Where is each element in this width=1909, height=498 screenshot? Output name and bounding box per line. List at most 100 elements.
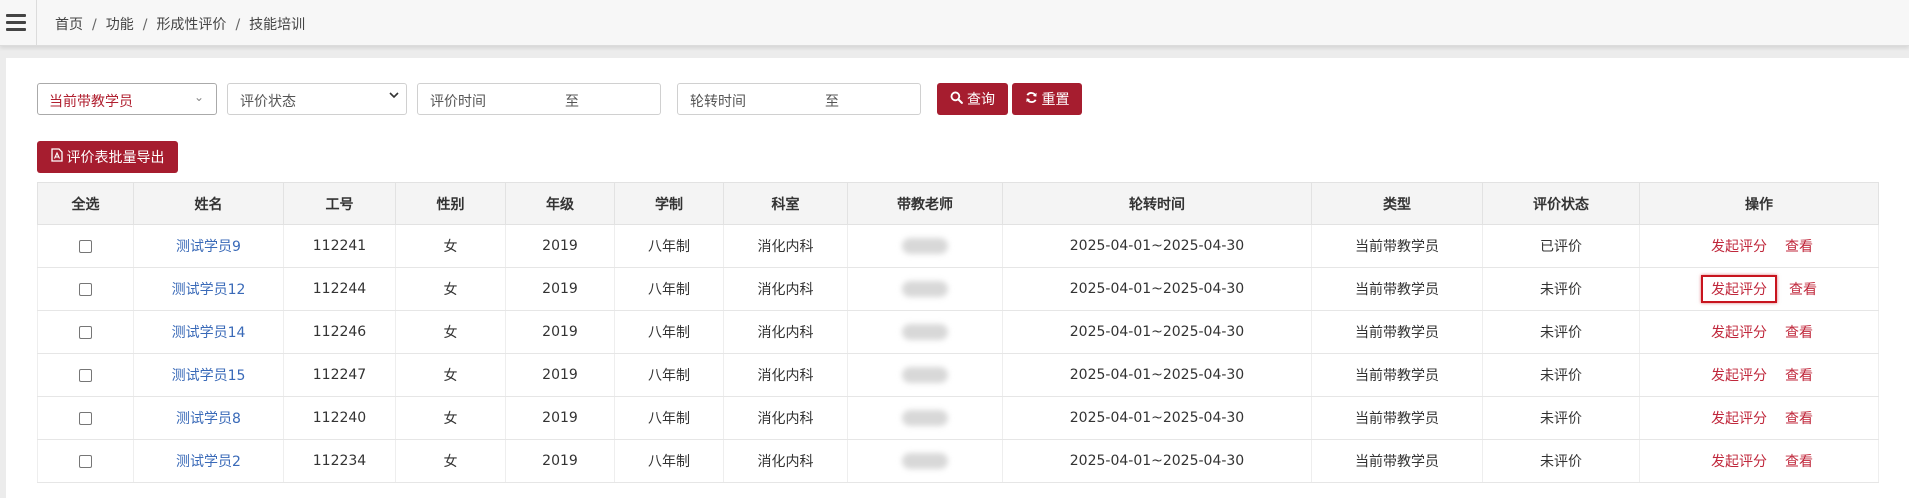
student-type: 当前带教学员 [1311, 439, 1483, 483]
teacher-name-redacted [902, 324, 948, 340]
student-id: 112247 [283, 353, 396, 397]
query-button[interactable]: 查询 [937, 83, 1008, 115]
header-grade: 年级 [505, 182, 615, 225]
row-checkbox[interactable] [79, 411, 92, 425]
rotation-period: 2025-04-01~2025-04-30 [1002, 353, 1312, 397]
student-system: 八年制 [614, 224, 724, 268]
batch-export-button-label: 评价表批量导出 [66, 150, 165, 166]
student-name-link[interactable]: 测试学员15 [172, 368, 246, 384]
rotation-period: 2025-04-01~2025-04-30 [1002, 439, 1312, 483]
mentor-type-value: 当前带教学员 [49, 94, 133, 110]
view-link[interactable]: 查看 [1789, 282, 1817, 298]
student-id: 112246 [283, 310, 396, 354]
range-separator: 至 [565, 94, 579, 110]
breadcrumb-separator: / [92, 17, 97, 33]
breadcrumb-skill-training: 技能培训 [249, 17, 306, 33]
view-link[interactable]: 查看 [1785, 239, 1813, 255]
evaluation-time-start-input[interactable]: 评价时间 [430, 91, 486, 111]
student-name-link[interactable]: 测试学员8 [176, 411, 241, 427]
start-evaluation-link[interactable]: 发起评分 [1705, 362, 1773, 388]
row-checkbox[interactable] [79, 325, 92, 339]
start-evaluation-link[interactable]: 发起评分 [1705, 233, 1773, 259]
student-system: 八年制 [614, 353, 724, 397]
student-name-link[interactable]: 测试学员14 [172, 325, 246, 341]
student-system: 八年制 [614, 439, 724, 483]
pdf-icon [50, 148, 63, 166]
evaluation-status-select[interactable]: 评价状态 [227, 83, 407, 115]
student-gender: 女 [395, 396, 506, 440]
start-evaluation-link[interactable]: 发起评分 [1705, 448, 1773, 474]
student-type: 当前带教学员 [1311, 310, 1483, 354]
student-name-link[interactable]: 测试学员9 [176, 239, 241, 255]
student-id: 112241 [283, 224, 396, 268]
table-row: 测试学员8 112240 女 2019 八年制 消化内科 2025-04-01~… [37, 396, 1879, 440]
evaluation-time-range[interactable]: 评价时间 至 [417, 83, 661, 115]
student-gender: 女 [395, 267, 506, 311]
mentor-type-select[interactable]: 当前带教学员 ⌄ [37, 83, 217, 115]
student-gender: 女 [395, 353, 506, 397]
evaluation-status: 未评价 [1482, 267, 1640, 311]
table-row: 测试学员14 112246 女 2019 八年制 消化内科 2025-04-01… [37, 310, 1879, 354]
student-system: 八年制 [614, 267, 724, 311]
breadcrumb-formative-evaluation[interactable]: 形成性评价 [156, 17, 226, 33]
rotation-period: 2025-04-01~2025-04-30 [1002, 396, 1312, 440]
chevron-down-icon [388, 89, 400, 105]
table-row: 测试学员12 112244 女 2019 八年制 消化内科 2025-04-01… [37, 267, 1879, 311]
rotation-time-start-input[interactable]: 轮转时间 [690, 91, 746, 111]
student-system: 八年制 [614, 396, 724, 440]
student-type: 当前带教学员 [1311, 267, 1483, 311]
row-checkbox[interactable] [79, 368, 92, 382]
reset-button[interactable]: 重置 [1012, 83, 1082, 115]
student-department: 消化内科 [723, 224, 848, 268]
table-row: 测试学员2 112234 女 2019 八年制 消化内科 2025-04-01~… [37, 439, 1879, 483]
top-bar: 首页 / 功能 / 形成性评价 / 技能培训 [0, 0, 1909, 46]
start-evaluation-link[interactable]: 发起评分 [1701, 275, 1777, 303]
view-link[interactable]: 查看 [1785, 325, 1813, 341]
teacher-name-redacted [902, 453, 948, 469]
student-department: 消化内科 [723, 439, 848, 483]
breadcrumb-home[interactable]: 首页 [55, 17, 83, 33]
breadcrumb: 首页 / 功能 / 形成性评价 / 技能培训 [55, 14, 305, 34]
breadcrumb-function[interactable]: 功能 [106, 17, 134, 33]
row-checkbox[interactable] [79, 454, 92, 468]
header-name: 姓名 [133, 182, 284, 225]
refresh-icon [1025, 91, 1038, 108]
batch-export-button[interactable]: 评价表批量导出 [37, 141, 178, 173]
rotation-period: 2025-04-01~2025-04-30 [1002, 224, 1312, 268]
student-department: 消化内科 [723, 310, 848, 354]
view-link[interactable]: 查看 [1785, 368, 1813, 384]
rotation-time-range[interactable]: 轮转时间 至 [677, 83, 921, 115]
student-type: 当前带教学员 [1311, 396, 1483, 440]
breadcrumb-separator: / [142, 17, 148, 33]
student-grade: 2019 [505, 310, 615, 354]
start-evaluation-link[interactable]: 发起评分 [1705, 319, 1773, 345]
header-select-all[interactable]: 全选 [37, 182, 134, 225]
view-link[interactable]: 查看 [1785, 411, 1813, 427]
student-name-link[interactable]: 测试学员2 [176, 454, 241, 470]
row-checkbox[interactable] [79, 282, 92, 296]
student-system: 八年制 [614, 310, 724, 354]
divider [36, 0, 37, 46]
menu-icon[interactable] [6, 14, 26, 32]
view-link[interactable]: 查看 [1785, 454, 1813, 470]
chevron-down-icon: ⌄ [193, 90, 204, 104]
student-grade: 2019 [505, 439, 615, 483]
student-id: 112234 [283, 439, 396, 483]
search-icon [950, 91, 963, 108]
evaluation-status: 已评价 [1482, 224, 1640, 268]
header-teacher: 带教老师 [847, 182, 1003, 225]
student-name-link[interactable]: 测试学员12 [172, 282, 246, 298]
student-gender: 女 [395, 224, 506, 268]
student-grade: 2019 [505, 267, 615, 311]
table-row: 测试学员9 112241 女 2019 八年制 消化内科 2025-04-01~… [37, 224, 1879, 268]
header-rotation-time: 轮转时间 [1002, 182, 1312, 225]
student-id: 112240 [283, 396, 396, 440]
student-gender: 女 [395, 439, 506, 483]
breadcrumb-separator: / [235, 17, 241, 33]
student-department: 消化内科 [723, 353, 848, 397]
row-checkbox[interactable] [79, 239, 92, 253]
teacher-name-redacted [902, 238, 948, 254]
start-evaluation-link[interactable]: 发起评分 [1705, 405, 1773, 431]
rotation-period: 2025-04-01~2025-04-30 [1002, 310, 1312, 354]
student-department: 消化内科 [723, 267, 848, 311]
